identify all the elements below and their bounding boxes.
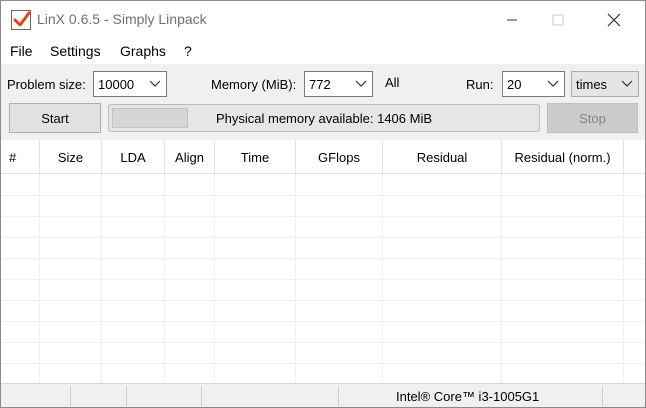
all-memory-link[interactable]: All bbox=[385, 75, 399, 90]
results-table: # Size LDA Align Time GFlops Residual Re… bbox=[1, 140, 645, 383]
maximize-button[interactable] bbox=[535, 1, 581, 39]
menu-file[interactable]: File bbox=[10, 43, 33, 59]
minimize-icon bbox=[507, 19, 517, 21]
memory-status-text: Physical memory available: 1406 MiB bbox=[215, 111, 433, 126]
run-unit-select[interactable]: times bbox=[571, 71, 639, 97]
start-button[interactable]: Start bbox=[9, 103, 101, 133]
status-separator bbox=[602, 386, 603, 406]
memory-progress-bar: Physical memory available: 1406 MiB bbox=[108, 104, 540, 132]
stop-button[interactable]: Stop bbox=[547, 103, 638, 133]
memory-value: 772 bbox=[309, 77, 331, 92]
problem-size-value: 10000 bbox=[98, 77, 135, 92]
run-unit-value: times bbox=[576, 77, 608, 92]
title-bar: LinX 0.6.5 - Simply Linpack bbox=[1, 1, 645, 39]
close-button[interactable] bbox=[591, 1, 637, 39]
status-separator bbox=[70, 386, 71, 406]
column-header-residual[interactable]: Residual bbox=[383, 140, 502, 174]
menu-settings[interactable]: Settings bbox=[50, 43, 101, 59]
window-title: LinX 0.6.5 - Simply Linpack bbox=[37, 11, 207, 27]
run-count-value: 20 bbox=[507, 77, 522, 92]
status-separator bbox=[201, 386, 202, 406]
row-divider bbox=[1, 321, 645, 322]
memory-label: Memory (MiB): bbox=[211, 77, 297, 92]
column-header-index[interactable]: # bbox=[1, 140, 40, 174]
row-divider bbox=[1, 279, 645, 280]
minimize-button[interactable] bbox=[489, 1, 535, 39]
column-header-residual-norm[interactable]: Residual (norm.) bbox=[502, 140, 624, 174]
row-divider bbox=[1, 237, 645, 238]
menu-bar: File Settings Graphs ? bbox=[1, 39, 645, 64]
status-separator bbox=[126, 386, 127, 406]
maximize-icon bbox=[552, 14, 564, 26]
problem-size-select[interactable]: 10000 bbox=[93, 71, 167, 97]
column-header-gflops[interactable]: GFlops bbox=[296, 140, 383, 174]
menu-help[interactable]: ? bbox=[184, 43, 192, 59]
cpu-name: Intel® Core™ i3-1005G1 bbox=[396, 389, 540, 404]
checkmark-icon bbox=[11, 10, 31, 30]
column-header-size[interactable]: Size bbox=[40, 140, 102, 174]
memory-select[interactable]: 772 bbox=[304, 71, 373, 97]
row-divider bbox=[1, 258, 645, 259]
status-bar: Intel® Core™ i3-1005G1 bbox=[1, 383, 645, 407]
row-divider bbox=[1, 342, 645, 343]
chevron-down-icon bbox=[621, 80, 633, 87]
run-count-select[interactable]: 20 bbox=[502, 71, 565, 97]
column-header-align[interactable]: Align bbox=[165, 140, 215, 174]
chevron-down-icon bbox=[149, 80, 161, 87]
row-divider bbox=[1, 195, 645, 196]
run-label: Run: bbox=[466, 77, 494, 92]
column-header-lda[interactable]: LDA bbox=[102, 140, 165, 174]
row-divider bbox=[1, 300, 645, 301]
column-header-time[interactable]: Time bbox=[215, 140, 296, 174]
row-divider bbox=[1, 216, 645, 217]
chevron-down-icon bbox=[547, 80, 559, 87]
row-divider bbox=[1, 363, 645, 364]
status-separator bbox=[338, 386, 339, 406]
chevron-down-icon bbox=[355, 80, 367, 87]
problem-size-label: Problem size: bbox=[7, 77, 86, 92]
app-window: LinX 0.6.5 - Simply Linpack File Setting… bbox=[0, 0, 646, 408]
table-header: # Size LDA Align Time GFlops Residual Re… bbox=[1, 140, 645, 174]
menu-graphs[interactable]: Graphs bbox=[120, 43, 166, 59]
close-icon bbox=[607, 13, 621, 27]
